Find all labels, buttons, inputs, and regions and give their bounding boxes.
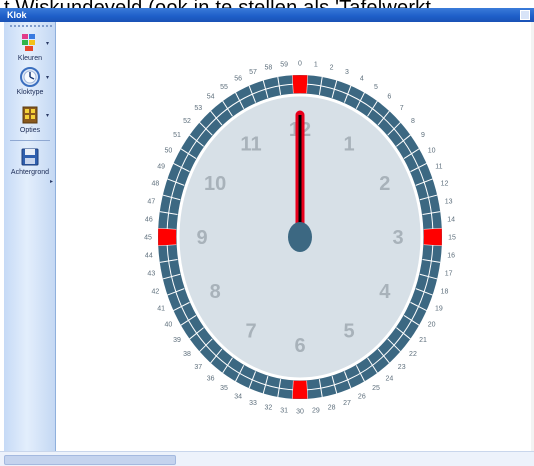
hour-number: 1 [343, 133, 354, 155]
minute-number: 40 [164, 322, 172, 329]
hour-number: 10 [204, 173, 226, 195]
minute-number: 39 [173, 337, 181, 344]
center-hub [288, 222, 312, 252]
minute-number: 16 [447, 253, 455, 260]
minute-number: 56 [234, 76, 242, 83]
minute-number: 59 [280, 61, 288, 68]
minute-number: 44 [145, 253, 153, 260]
minute-number: 53 [194, 105, 202, 112]
minute-number: 54 [207, 94, 215, 101]
quarter-marker [423, 228, 442, 246]
minute-number: 33 [249, 400, 257, 407]
minute-number: 43 [147, 271, 155, 278]
hour-number: 8 [210, 281, 221, 303]
minute-number: 29 [312, 408, 320, 415]
minute-number: 14 [447, 216, 455, 223]
minute-number: 37 [194, 364, 202, 371]
minute-number: 9 [421, 132, 425, 139]
minute-number: 51 [173, 132, 181, 139]
minute-number: 5 [374, 84, 378, 91]
minute-number: 15 [448, 235, 456, 242]
quarter-marker [292, 75, 308, 94]
minute-number: 8 [411, 118, 415, 125]
minute-number: 26 [358, 393, 366, 400]
minute-number: 49 [157, 164, 165, 171]
minute-number: 41 [157, 305, 165, 312]
minute-number: 13 [445, 198, 453, 205]
hour-number: 11 [240, 133, 261, 155]
minute-number: 57 [249, 69, 257, 76]
minute-number: 11 [435, 164, 442, 171]
minute-number: 6 [387, 94, 391, 101]
minute-number: 17 [445, 271, 453, 278]
minute-number: 42 [152, 288, 160, 295]
minute-number: 21 [419, 337, 427, 344]
hour-number: 4 [379, 281, 391, 303]
hour-number: 5 [343, 321, 354, 343]
horizontal-scrollbar[interactable] [0, 451, 534, 466]
minute-number: 1 [314, 61, 318, 68]
scrollbar-thumb[interactable] [4, 455, 176, 465]
minute-number: 22 [409, 351, 417, 358]
hour-number: 9 [196, 227, 207, 249]
minute-number: 27 [343, 400, 351, 407]
clock-face: 123456789101112 012345678910111213141516… [144, 61, 456, 416]
minute-number: 47 [147, 198, 155, 205]
hour-number: 3 [392, 227, 403, 249]
minute-number: 32 [264, 405, 272, 412]
minute-number: 30 [296, 409, 304, 416]
minute-number: 24 [385, 375, 393, 382]
minute-number: 23 [398, 364, 406, 371]
hour-number: 6 [294, 335, 305, 357]
minute-number: 31 [280, 408, 288, 415]
quarter-marker [292, 380, 308, 399]
minute-number: 18 [441, 288, 449, 295]
minute-number: 12 [441, 181, 449, 188]
quarter-marker [158, 228, 177, 246]
minute-number: 10 [428, 148, 436, 155]
hour-number: 7 [245, 321, 256, 343]
minute-number: 48 [152, 181, 160, 188]
minute-number: 7 [400, 105, 404, 112]
minute-number: 28 [328, 405, 336, 412]
minute-number: 58 [264, 64, 272, 71]
minute-number: 34 [234, 393, 242, 400]
minute-number: 4 [360, 76, 364, 83]
minute-number: 45 [144, 235, 152, 242]
minute-number: 25 [372, 385, 380, 392]
minute-number: 38 [183, 351, 191, 358]
minute-number: 3 [345, 69, 349, 76]
minute-number: 46 [145, 216, 153, 223]
minute-number: 0 [298, 61, 302, 68]
minute-number: 55 [220, 84, 228, 91]
minute-number: 2 [330, 64, 334, 71]
minute-number: 52 [183, 118, 191, 125]
minute-number: 35 [220, 385, 228, 392]
minute-number: 20 [428, 322, 436, 329]
minute-number: 36 [207, 375, 215, 382]
minute-number: 19 [435, 305, 443, 312]
minute-number: 50 [164, 148, 172, 155]
hour-number: 2 [379, 173, 390, 195]
